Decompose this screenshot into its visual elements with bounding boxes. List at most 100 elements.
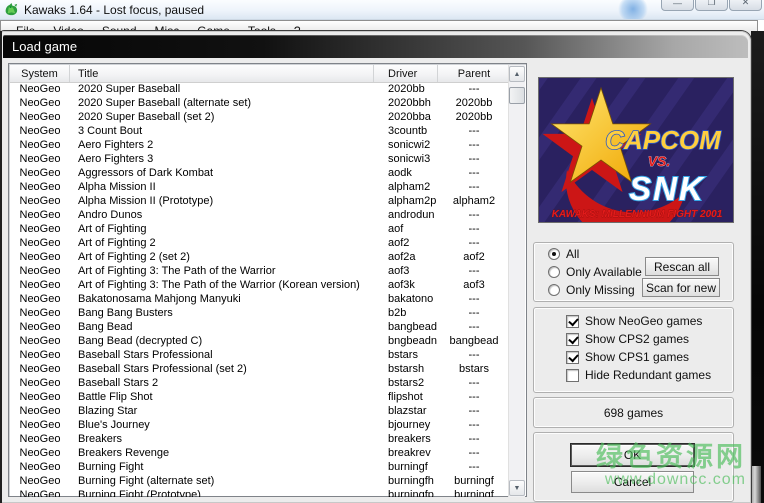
game-list-row[interactable]: NeoGeo 2020 Super Baseball (alternate se… — [10, 97, 510, 111]
radio-icon[interactable] — [548, 248, 560, 260]
column-header-title[interactable]: Title — [70, 65, 374, 82]
minimize-button[interactable]: — — [661, 0, 694, 11]
radio-option-all[interactable]: All — [548, 247, 579, 261]
game-list-row[interactable]: NeoGeo Aggressors of Dark Kombat aodk --… — [10, 167, 510, 181]
scroll-up-button[interactable]: ▲ — [509, 66, 525, 82]
cell-system: NeoGeo — [10, 195, 70, 209]
game-list-row[interactable]: NeoGeo Bakatonosama Mahjong Manyuki baka… — [10, 293, 510, 307]
game-list-row[interactable]: NeoGeo Andro Dunos androdun --- — [10, 209, 510, 223]
game-list-row[interactable]: NeoGeo Burning Fight (Prototype) burning… — [10, 489, 510, 497]
checkbox-icon[interactable] — [566, 315, 579, 328]
window-controls: — ❐ ✕ — [661, 0, 762, 11]
game-list-row[interactable]: NeoGeo Aero Fighters 3 sonicwi3 --- — [10, 153, 510, 167]
cell-parent: --- — [438, 447, 510, 461]
cell-title: Bang Bead (decrypted C) — [70, 335, 374, 349]
cell-parent: burningf — [438, 475, 510, 489]
cell-system: NeoGeo — [10, 461, 70, 475]
scroll-down-button[interactable]: ▼ — [509, 480, 525, 496]
game-list-row[interactable]: NeoGeo Battle Flip Shot flipshot --- — [10, 391, 510, 405]
checkbox-show-cps1-games[interactable]: Show CPS1 games — [566, 350, 689, 364]
scan-for-new-button[interactable]: Scan for new — [642, 278, 720, 297]
checkbox-label: Show CPS2 games — [585, 332, 689, 346]
cell-system: NeoGeo — [10, 363, 70, 377]
game-list-row[interactable]: NeoGeo Bang Bead bangbead --- — [10, 321, 510, 335]
window-left-border — [0, 31, 2, 503]
checkbox-show-cps2-games[interactable]: Show CPS2 games — [566, 332, 689, 346]
game-list-row[interactable]: NeoGeo Art of Fighting 3: The Path of th… — [10, 279, 510, 293]
game-count-box: 698 games — [533, 397, 734, 428]
radio-option-only-available[interactable]: Only Available — [548, 265, 642, 279]
close-button[interactable]: ✕ — [729, 0, 762, 11]
game-list-row[interactable]: NeoGeo 3 Count Bout 3countb --- — [10, 125, 510, 139]
cell-system: NeoGeo — [10, 125, 70, 139]
cell-driver: aof — [374, 223, 438, 237]
cell-parent: --- — [438, 237, 510, 251]
radio-icon[interactable] — [548, 284, 560, 296]
checkbox-icon[interactable] — [566, 351, 579, 364]
game-list-row[interactable]: NeoGeo Alpha Mission II alpham2 --- — [10, 181, 510, 195]
cell-parent: --- — [438, 293, 510, 307]
cell-title: 2020 Super Baseball (set 2) — [70, 111, 374, 125]
game-list-row[interactable]: NeoGeo Art of Fighting 3: The Path of th… — [10, 265, 510, 279]
game-list-row[interactable]: NeoGeo Blue's Journey bjourney --- — [10, 419, 510, 433]
cell-driver: 2020bb — [374, 83, 438, 97]
cell-parent: --- — [438, 349, 510, 363]
cell-title: Burning Fight (Prototype) — [70, 489, 374, 497]
game-list-row[interactable]: NeoGeo Baseball Stars Professional (set … — [10, 363, 510, 377]
cell-driver: alpham2p — [374, 195, 438, 209]
checkbox-icon[interactable] — [566, 333, 579, 346]
scrollbar-thumb[interactable] — [509, 87, 525, 104]
cell-driver: blazstar — [374, 405, 438, 419]
column-header-parent[interactable]: Parent — [438, 65, 510, 82]
game-list-row[interactable]: NeoGeo Baseball Stars Professional bstar… — [10, 349, 510, 363]
cell-driver: flipshot — [374, 391, 438, 405]
vertical-scrollbar[interactable]: ▲ ▼ — [508, 65, 525, 497]
window-titlebar: Kawaks 1.64 - Lost focus, paused — ❐ ✕ — [0, 0, 764, 20]
cell-title: Burning Fight — [70, 461, 374, 475]
cell-title: Andro Dunos — [70, 209, 374, 223]
window-title: Kawaks 1.64 - Lost focus, paused — [24, 3, 204, 17]
cell-parent: --- — [438, 167, 510, 181]
ok-button[interactable]: OK — [571, 444, 694, 466]
checkbox-hide-redundant-games[interactable]: Hide Redundant games — [566, 368, 711, 382]
game-list[interactable]: System Title Driver Parent NeoGeo 2020 S… — [8, 63, 527, 497]
game-list-row[interactable]: NeoGeo Alpha Mission II (Prototype) alph… — [10, 195, 510, 209]
dialog-title: Load game — [12, 39, 77, 54]
game-list-row[interactable]: NeoGeo Breakers breakers --- — [10, 433, 510, 447]
game-list-row[interactable]: NeoGeo Art of Fighting aof --- — [10, 223, 510, 237]
cell-system: NeoGeo — [10, 321, 70, 335]
game-list-row[interactable]: NeoGeo Blazing Star blazstar --- — [10, 405, 510, 419]
radio-icon[interactable] — [548, 266, 560, 278]
checkbox-show-neogeo-games[interactable]: Show NeoGeo games — [566, 314, 702, 328]
radio-option-only-missing[interactable]: Only Missing — [548, 283, 635, 297]
window-resize-edge — [750, 466, 761, 503]
cell-system: NeoGeo — [10, 307, 70, 321]
rescan-all-button[interactable]: Rescan all — [645, 257, 719, 276]
checkbox-icon[interactable] — [566, 369, 579, 382]
cell-system: NeoGeo — [10, 475, 70, 489]
game-list-row[interactable]: NeoGeo Art of Fighting 2 (set 2) aof2a a… — [10, 251, 510, 265]
cell-parent: 2020bb — [438, 111, 510, 125]
game-list-row[interactable]: NeoGeo Art of Fighting 2 aof2 --- — [10, 237, 510, 251]
column-header-driver[interactable]: Driver — [374, 65, 438, 82]
column-header-system[interactable]: System — [10, 65, 70, 82]
cell-system: NeoGeo — [10, 265, 70, 279]
game-list-row[interactable]: NeoGeo Burning Fight burningf --- — [10, 461, 510, 475]
game-list-row[interactable]: NeoGeo Burning Fight (alternate set) bur… — [10, 475, 510, 489]
radio-label: Only Missing — [566, 283, 635, 297]
dialog-titlebar[interactable]: Load game — [3, 35, 748, 58]
cell-title: Breakers — [70, 433, 374, 447]
game-count-label: 698 games — [604, 406, 663, 420]
maximize-button[interactable]: ❐ — [695, 0, 728, 11]
game-list-row[interactable]: NeoGeo 2020 Super Baseball (set 2) 2020b… — [10, 111, 510, 125]
game-list-row[interactable]: NeoGeo Baseball Stars 2 bstars2 --- — [10, 377, 510, 391]
aero-glass-blob — [618, 0, 648, 20]
game-list-row[interactable]: NeoGeo Aero Fighters 2 sonicwi2 --- — [10, 139, 510, 153]
cancel-button[interactable]: Cancel — [571, 471, 694, 493]
radio-label: Only Available — [566, 265, 642, 279]
game-list-row[interactable]: NeoGeo Breakers Revenge breakrev --- — [10, 447, 510, 461]
game-list-row[interactable]: NeoGeo 2020 Super Baseball 2020bb --- — [10, 83, 510, 97]
cell-title: Blazing Star — [70, 405, 374, 419]
game-list-row[interactable]: NeoGeo Bang Bead (decrypted C) bngbeadn … — [10, 335, 510, 349]
game-list-row[interactable]: NeoGeo Bang Bang Busters b2b --- — [10, 307, 510, 321]
